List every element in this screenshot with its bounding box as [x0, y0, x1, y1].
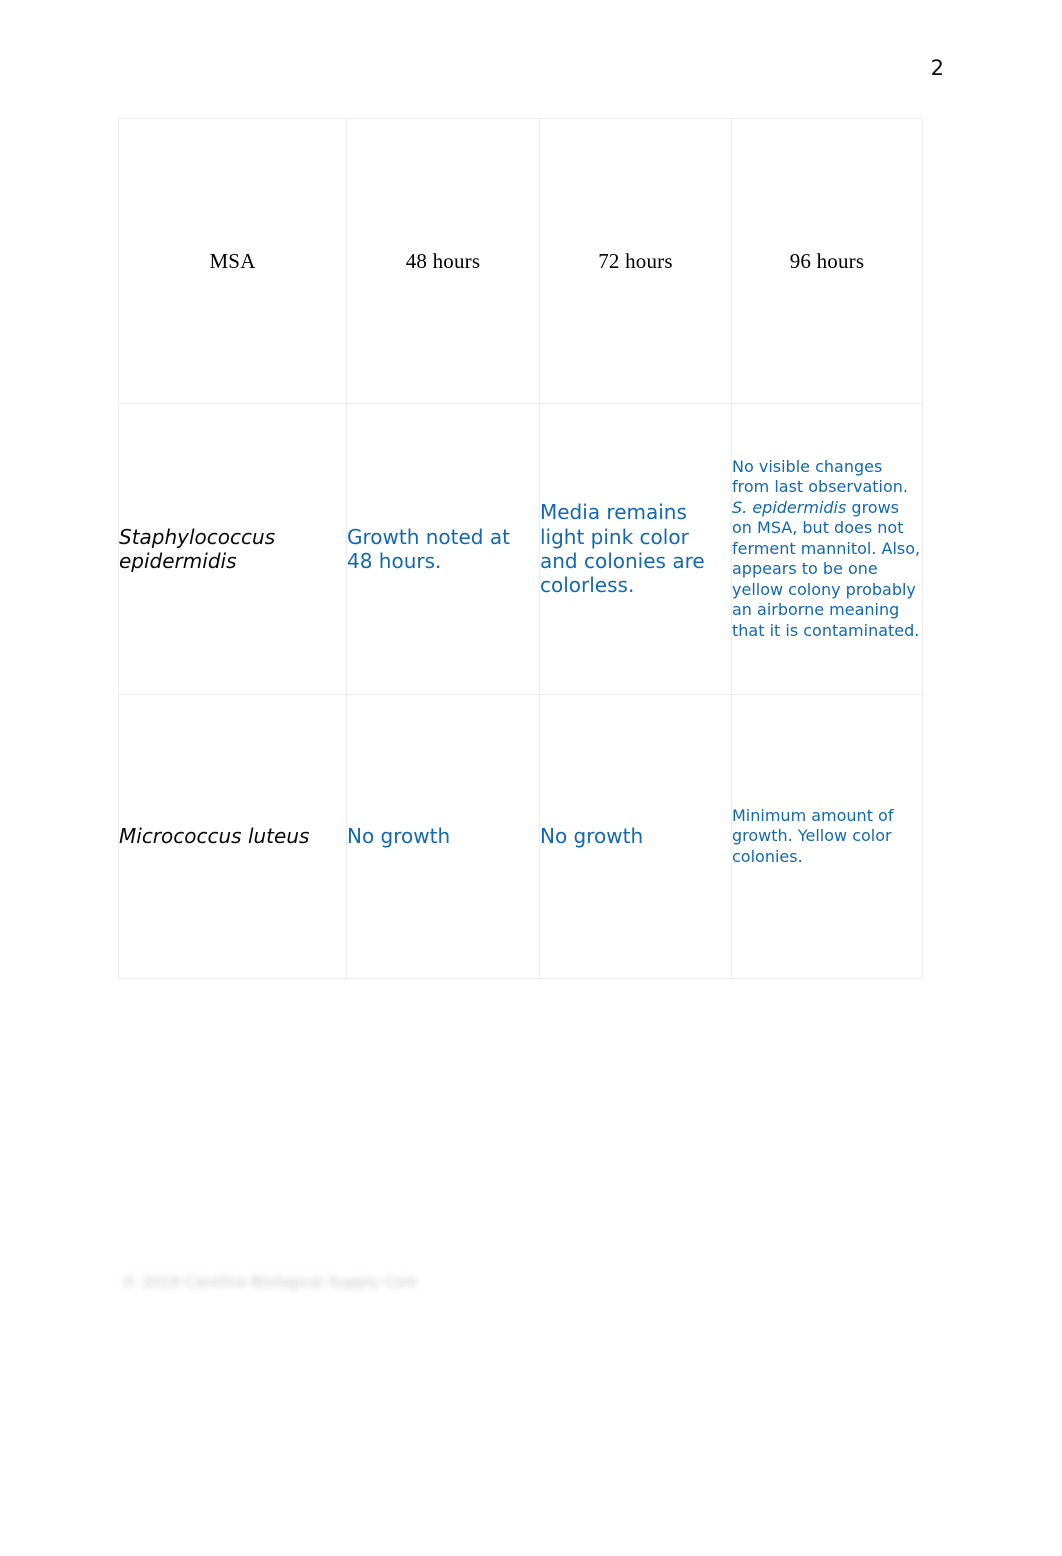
column-header-96-hours: 96 hours: [731, 118, 923, 404]
observation-staph-96h-text-b: grows on MSA, but does not ferment manni…: [732, 497, 921, 640]
observation-staph-96h: No visible changes from last observation…: [731, 403, 923, 695]
organism-name-staphylococcus: Staphylococcus epidermidis: [118, 403, 347, 695]
observation-staph-96h-text-a: No visible changes from last observation…: [732, 456, 908, 497]
table-header-row: MSA 48 hours 72 hours 96 hours: [118, 118, 923, 404]
table-row: Micrococcus luteus No growth No growth M…: [118, 694, 923, 979]
organism-name-micrococcus: Micrococcus luteus: [118, 694, 347, 979]
page-number: 2: [930, 56, 944, 80]
observation-micrococcus-96h: Minimum amount of growth. Yellow color c…: [731, 694, 923, 979]
column-header-medium: MSA: [118, 118, 347, 404]
observation-table: MSA 48 hours 72 hours 96 hours Staphyloc…: [118, 118, 923, 979]
redacted-footer-text: © 2019 Carolina Biological Supply Compan…: [122, 1273, 418, 1291]
observation-staph-48h: Growth noted at 48 hours.: [346, 403, 540, 695]
column-header-48-hours: 48 hours: [346, 118, 540, 404]
document-page: 2 MSA 48 hours 72 hours 96 hours Staphyl…: [0, 0, 1062, 1556]
observation-micrococcus-72h: No growth: [539, 694, 732, 979]
observation-staph-96h-species-italic: S. epidermidis: [732, 497, 847, 517]
observation-micrococcus-48h: No growth: [346, 694, 540, 979]
table-row: Staphylococcus epidermidis Growth noted …: [118, 403, 923, 695]
column-header-72-hours: 72 hours: [539, 118, 732, 404]
observation-staph-72h: Media remains light pink color and colon…: [539, 403, 732, 695]
